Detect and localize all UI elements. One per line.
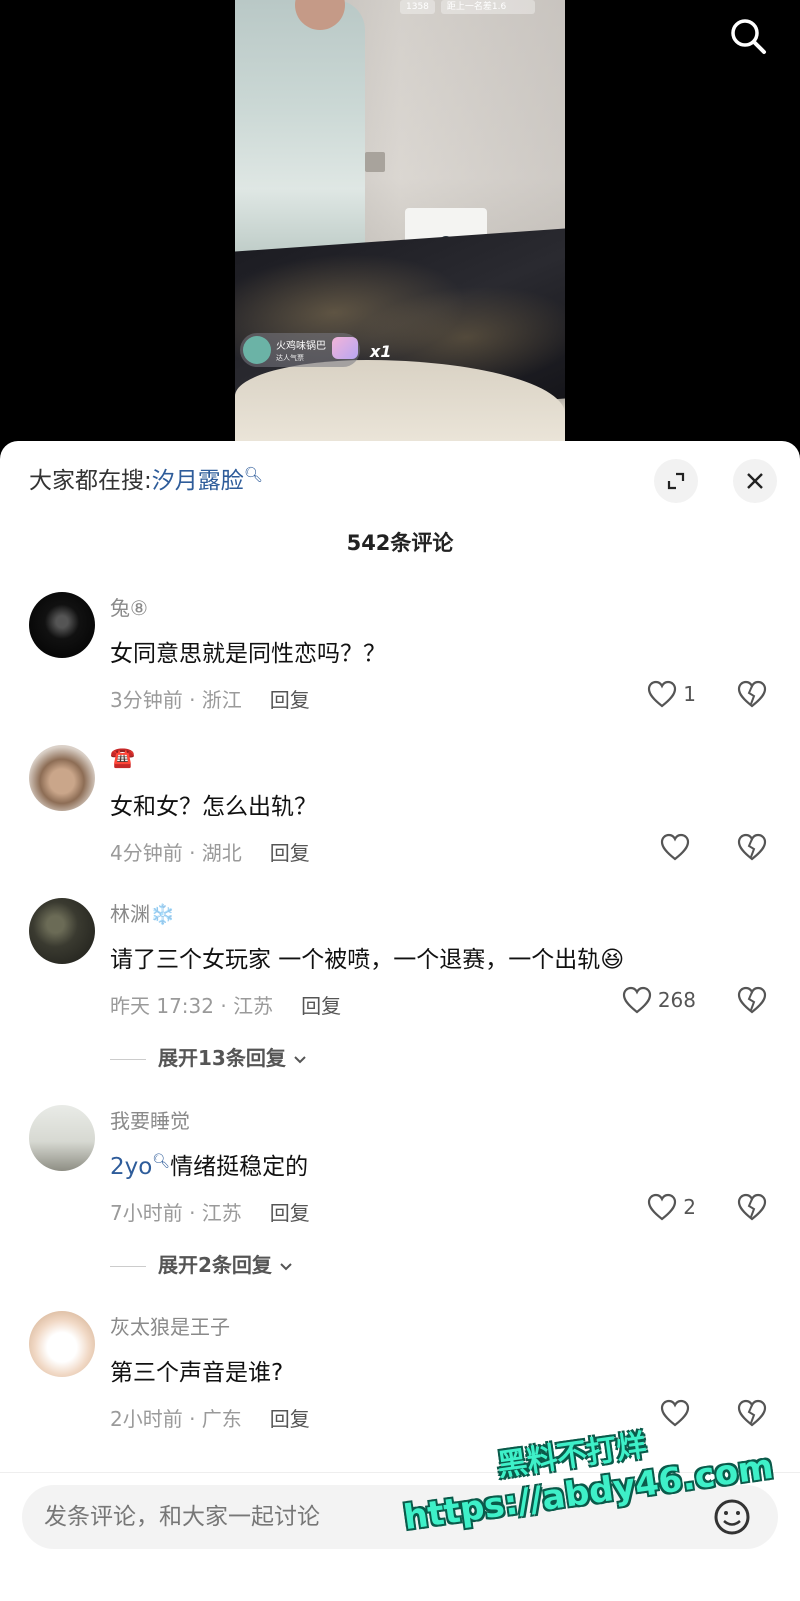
dislike-button[interactable] [737,680,767,712]
dislike-button[interactable] [737,833,767,865]
comment-input-bar [0,1472,800,1601]
comment-text: 2yo🔍︎情绪挺稳定的 [110,1147,308,1181]
dislike-button[interactable] [737,1399,767,1431]
emoji-button[interactable] [712,1497,752,1537]
reply-button[interactable]: 回复 [270,1201,310,1225]
like-count: 268 [657,988,696,1012]
expand-button[interactable] [654,459,698,503]
dislike-button[interactable] [737,986,767,1018]
avatar[interactable] [29,745,95,811]
divider [110,1059,146,1060]
video-person [235,0,365,270]
avatar[interactable] [29,1105,95,1171]
chevron-down-icon [280,1263,292,1271]
emoji-icon [714,1499,750,1535]
comment-text-body: 情绪挺稳定的 [170,1154,309,1180]
expand-replies-label: 展开13条回复 [158,1046,286,1070]
comment-text: 第三个声音是谁? [110,1360,284,1386]
comment-time: 4分钟前 · 湖北 [110,841,242,865]
live-badges: 1358 距上一名差1.6 [400,0,535,14]
comment-username[interactable]: 林渊❄️ [110,898,175,927]
heart-icon [622,986,651,1014]
comment-username[interactable]: 兔⑧ [110,592,148,621]
like-button[interactable] [660,1399,696,1427]
gift-count: x1 [370,342,392,361]
expand-replies-button[interactable]: 展开2条回复 [110,1249,293,1278]
trending-label: 大家都在搜: [29,468,152,494]
comment-time: 3分钟前 · 浙江 [110,688,242,712]
gift-subtitle: 达人气票 [276,354,304,362]
broken-heart-icon [737,1193,767,1221]
comment-meta: 7小时前 · 江苏 回复 [110,1197,310,1226]
trending-term[interactable]: 汐月露脸 [152,468,244,494]
broken-heart-icon [737,833,767,861]
like-button[interactable]: 268 [622,986,696,1014]
trending-search[interactable]: 大家都在搜:汐月露脸🔍︎ [29,461,263,495]
broken-heart-icon [737,1399,767,1427]
comment-count: 542条评论 [346,531,454,555]
avatar[interactable] [29,592,95,658]
comment-text: 请了三个女玩家 一个被喷，一个退赛，一个出轨😆 [110,947,625,973]
comment-time: 7小时前 · 江苏 [110,1201,242,1225]
comment-input[interactable] [22,1485,778,1549]
heart-icon [660,1399,690,1427]
gift-icon [332,337,358,359]
expand-icon [667,472,685,490]
like-count: 2 [683,1195,696,1219]
live-badge-rank: 距上一名差1.6 [440,0,535,14]
comment-time: 昨天 17:32 · 江苏 [110,994,274,1018]
video-player[interactable]: 1358 距上一名差1.6 火鸡味锅巴 达人气票 x1 [0,0,800,445]
avatar[interactable] [29,898,95,964]
search-icon[interactable] [728,16,768,56]
video-person-head [295,0,345,30]
close-button[interactable] [733,459,777,503]
reply-button[interactable]: 回复 [270,1407,310,1431]
heart-icon [648,1193,677,1221]
like-button[interactable]: 1 [647,680,696,708]
like-count: 1 [683,682,696,706]
comment-username[interactable]: ☎️ [110,745,135,769]
comment-meta: 4分钟前 · 湖北 回复 [110,837,310,866]
video-frame[interactable]: 1358 距上一名差1.6 火鸡味锅巴 达人气票 x1 [235,0,565,445]
gift-avatar [243,336,271,364]
expand-replies-button[interactable]: 展开13条回复 [110,1042,307,1071]
comment-username[interactable]: 我要睡觉 [110,1105,190,1134]
divider [110,1266,146,1267]
comments-panel: 大家都在搜:汐月露脸🔍︎ 542条评论 兔⑧ 女同意思就是同性恋吗？？ 3分钟前… [0,441,800,1600]
comment-time: 2小时前 · 广东 [110,1407,242,1431]
comment-text: 女同意思就是同性恋吗？？ [110,641,386,667]
comment-text: 女和女？怎么出轨？ [110,794,317,820]
reply-button[interactable]: 回复 [270,688,310,712]
live-badge-score: 1358 [400,0,435,14]
comment-username[interactable]: 灰太狼是王子 [110,1311,230,1340]
search-icon: 🔍︎ [152,1153,171,1170]
heart-icon [648,680,677,708]
comment-meta: 昨天 17:32 · 江苏 回复 [110,990,341,1019]
comment-meta: 3分钟前 · 浙江 回复 [110,684,310,713]
like-button[interactable]: 2 [647,1193,696,1221]
video-switch [365,152,385,172]
search-icon: 🔍︎ [243,465,263,484]
search-link[interactable]: 2yo [110,1154,152,1180]
gift-user: 火鸡味锅巴 [276,341,326,352]
avatar[interactable] [29,1311,95,1377]
heart-icon [660,833,690,861]
chevron-down-icon [294,1056,306,1064]
expand-replies-label: 展开2条回复 [158,1253,272,1277]
broken-heart-icon [737,680,767,708]
reply-button[interactable]: 回复 [270,841,310,865]
close-icon [747,473,763,489]
gift-notification: 火鸡味锅巴 达人气票 [240,333,360,367]
reply-button[interactable]: 回复 [301,994,341,1018]
comment-meta: 2小时前 · 广东 回复 [110,1403,310,1432]
like-button[interactable] [660,833,696,861]
broken-heart-icon [737,986,767,1014]
dislike-button[interactable] [737,1193,767,1225]
